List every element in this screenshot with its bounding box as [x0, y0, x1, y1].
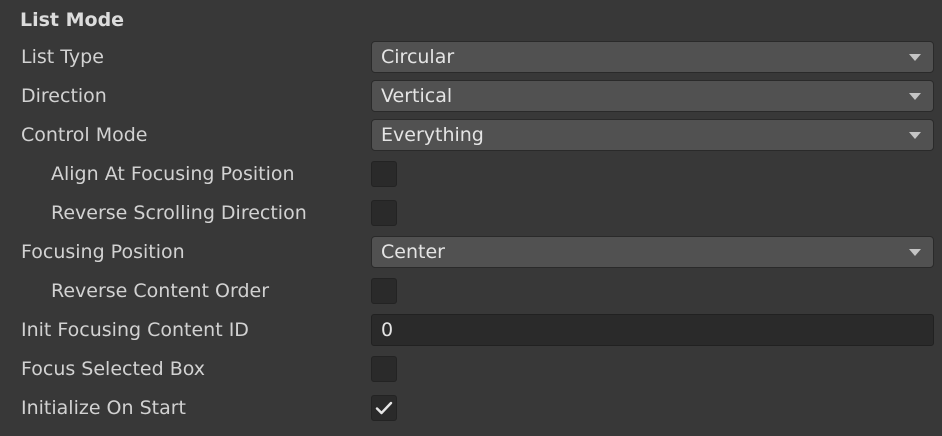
focusing-position-dropdown[interactable]: Center [371, 236, 934, 268]
reverse-content-order-label: Reverse Content Order [51, 280, 270, 302]
focus-selected-box-checkbox[interactable] [371, 356, 397, 382]
focus-selected-box-label: Focus Selected Box [21, 358, 206, 380]
row-reverse-content-order: Reverse Content Order [0, 272, 942, 311]
triangle-down-icon [909, 93, 921, 100]
checkmark-icon [375, 401, 393, 415]
triangle-down-icon [909, 249, 921, 256]
reverse-scrolling-direction-label: Reverse Scrolling Direction [51, 202, 307, 224]
inspector-panel: List Mode List Type Circular Direction V… [0, 0, 942, 436]
focusing-position-value: Center [381, 241, 445, 263]
list-type-value: Circular [381, 46, 455, 68]
list-type-dropdown[interactable]: Circular [371, 41, 934, 73]
control-mode-dropdown[interactable]: Everything [371, 119, 934, 151]
list-type-label: List Type [21, 46, 104, 68]
row-init-focusing-content-id: Init Focusing Content ID [0, 311, 942, 350]
init-focusing-content-id-label: Init Focusing Content ID [21, 319, 249, 341]
focusing-position-label: Focusing Position [21, 241, 185, 263]
initialize-on-start-label: Initialize On Start [21, 397, 187, 419]
row-focus-selected-box: Focus Selected Box [0, 350, 942, 389]
row-focusing-position: Focusing Position Center [0, 233, 942, 272]
triangle-down-icon [909, 54, 921, 61]
init-focusing-content-id-input[interactable] [371, 314, 934, 346]
row-reverse-scrolling-direction: Reverse Scrolling Direction [0, 194, 942, 233]
section-header-list-mode[interactable]: List Mode [20, 2, 124, 38]
row-list-type: List Type Circular [0, 38, 942, 77]
control-mode-label: Control Mode [21, 124, 148, 146]
triangle-down-icon [909, 132, 921, 139]
direction-label: Direction [21, 85, 107, 107]
control-mode-value: Everything [381, 124, 484, 146]
align-at-focusing-position-checkbox[interactable] [371, 161, 397, 187]
reverse-scrolling-direction-checkbox[interactable] [371, 200, 397, 226]
direction-dropdown[interactable]: Vertical [371, 80, 934, 112]
row-control-mode: Control Mode Everything [0, 116, 942, 155]
reverse-content-order-checkbox[interactable] [371, 278, 397, 304]
row-initialize-on-start: Initialize On Start [0, 389, 942, 428]
initialize-on-start-checkbox[interactable] [371, 395, 397, 421]
align-at-focusing-position-label: Align At Focusing Position [51, 163, 295, 185]
row-direction: Direction Vertical [0, 77, 942, 116]
row-align-at-focusing-position: Align At Focusing Position [0, 155, 942, 194]
direction-value: Vertical [381, 85, 453, 107]
